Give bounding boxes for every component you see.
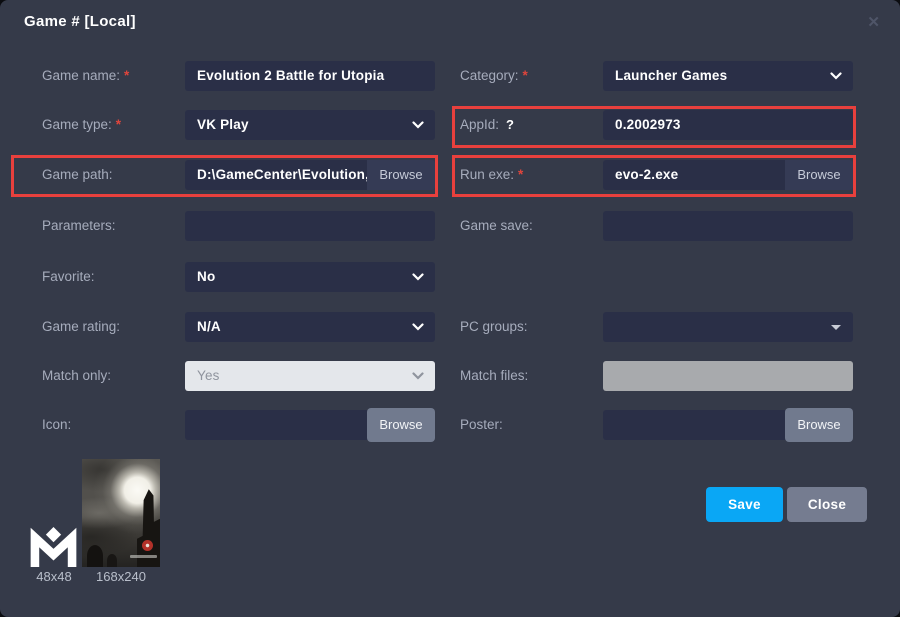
triangle-down-icon — [831, 325, 841, 330]
icon-label: Icon: — [42, 410, 71, 440]
match-only-label: Match only: — [42, 361, 111, 391]
required-asterisk: * — [116, 117, 121, 132]
icon-input[interactable] — [185, 410, 367, 440]
game-rating-label: Game rating: — [42, 312, 120, 342]
row-game-type-appid: Game type:* VK Play AppId:? 0.2002973 — [0, 110, 900, 140]
dialog-title: Game # [Local] — [24, 13, 136, 30]
chevron-down-icon — [412, 323, 424, 331]
run-exe-browse-button[interactable]: Browse — [785, 160, 853, 190]
icon-size-label: 48x48 — [26, 569, 82, 584]
category-label: Category:* — [460, 61, 528, 91]
game-path-field: D:\GameCenter\Evolution, Browse — [185, 160, 435, 190]
game-rating-select[interactable]: N/A — [185, 312, 435, 342]
icon-field: Browse — [185, 410, 435, 440]
poster-label: Poster: — [460, 410, 503, 440]
chevron-down-icon — [830, 72, 842, 80]
game-poster-preview — [82, 459, 160, 567]
save-button[interactable]: Save — [706, 487, 783, 522]
match-only-select-disabled: Yes — [185, 361, 435, 391]
poster-dome-silhouette — [87, 545, 103, 567]
game-type-label: Game type:* — [42, 110, 121, 140]
game-name-label: Game name:* — [42, 61, 129, 91]
row-game-path-run-exe: Game path: D:\GameCenter\Evolution, Brow… — [0, 160, 900, 190]
poster-watermark-text — [130, 555, 157, 558]
match-files-label: Match files: — [460, 361, 528, 391]
game-path-browse-button[interactable]: Browse — [367, 160, 435, 190]
game-edit-dialog: Game # [Local] ✕ Game name:* Evolution 2… — [0, 0, 900, 617]
pc-groups-select[interactable] — [603, 312, 853, 342]
run-exe-field: evo-2.exe Browse — [603, 160, 853, 190]
icon-browse-button[interactable]: Browse — [367, 408, 435, 442]
chevron-down-icon — [412, 372, 424, 380]
poster-watermark-logo — [142, 540, 153, 551]
close-button[interactable]: Close — [787, 487, 867, 522]
game-icon-preview — [30, 527, 77, 567]
row-favorite: Favorite: No — [0, 262, 900, 292]
game-save-label: Game save: — [460, 211, 533, 241]
poster-dome-silhouette — [107, 554, 117, 567]
poster-browse-button[interactable]: Browse — [785, 408, 853, 442]
row-game-name-category: Game name:* Evolution 2 Battle for Utopi… — [0, 61, 900, 91]
favorite-label: Favorite: — [42, 262, 95, 292]
poster-field: Browse — [603, 410, 853, 440]
chevron-down-icon — [412, 121, 424, 129]
game-path-input[interactable]: D:\GameCenter\Evolution, — [185, 160, 367, 190]
poster-input[interactable] — [603, 410, 785, 440]
game-save-input[interactable] — [603, 211, 853, 241]
parameters-label: Parameters: — [42, 211, 116, 241]
chevron-down-icon — [412, 273, 424, 281]
category-select[interactable]: Launcher Games — [603, 61, 853, 91]
appid-input[interactable]: 0.2002973 — [603, 110, 853, 140]
run-exe-input[interactable]: evo-2.exe — [603, 160, 785, 190]
row-icon-poster: Icon: Browse Poster: Browse — [0, 410, 900, 440]
game-type-select[interactable]: VK Play — [185, 110, 435, 140]
close-icon[interactable]: ✕ — [867, 15, 880, 30]
required-asterisk: * — [523, 68, 528, 83]
row-game-rating-pc-groups: Game rating: N/A PC groups: — [0, 312, 900, 342]
required-asterisk: * — [518, 167, 523, 182]
favorite-select[interactable]: No — [185, 262, 435, 292]
row-match-only-match-files: Match only: Yes Match files: — [0, 361, 900, 391]
match-files-input-disabled — [603, 361, 853, 391]
row-parameters-game-save: Parameters: Game save: — [0, 211, 900, 241]
game-path-label: Game path: — [42, 160, 113, 190]
help-icon[interactable]: ? — [506, 117, 514, 132]
appid-label: AppId:? — [460, 110, 514, 140]
parameters-input[interactable] — [185, 211, 435, 241]
run-exe-label: Run exe:* — [460, 160, 523, 190]
game-name-input[interactable]: Evolution 2 Battle for Utopia — [185, 61, 435, 91]
poster-size-label: 168x240 — [85, 569, 157, 584]
pc-groups-label: PC groups: — [460, 312, 528, 342]
required-asterisk: * — [124, 68, 129, 83]
